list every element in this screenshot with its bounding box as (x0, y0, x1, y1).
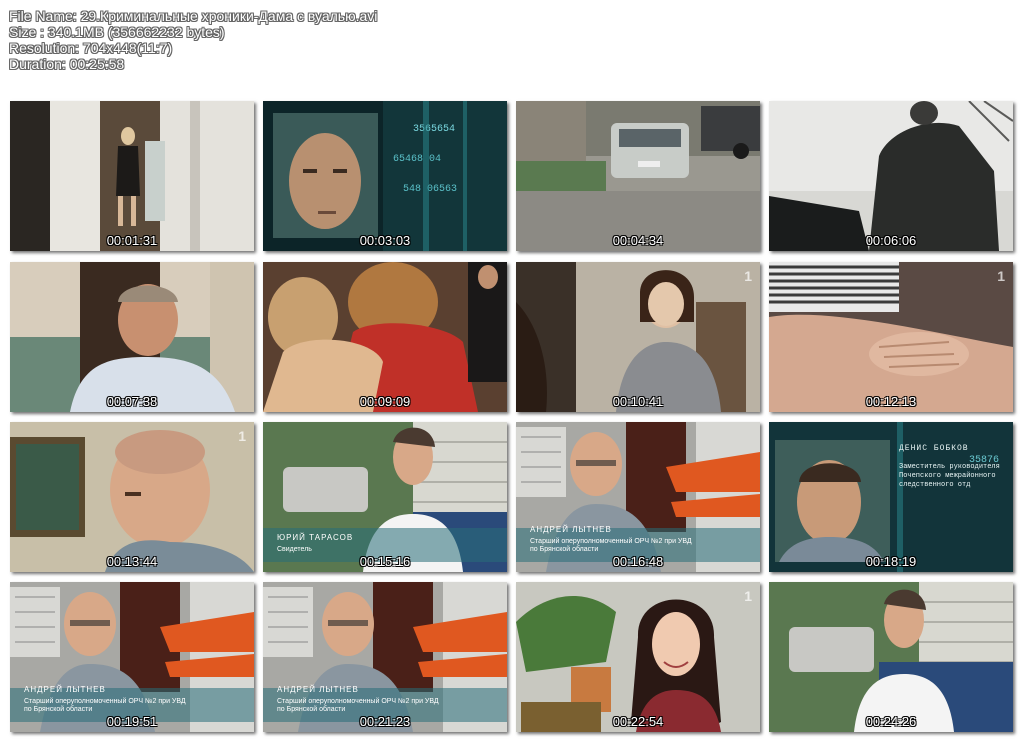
svg-text:3565654: 3565654 (413, 124, 455, 135)
thumbnail-4[interactable]: 00:06:06 (769, 101, 1013, 251)
file-name: File Name: 29.Криминальные хроники-Дама … (9, 8, 378, 24)
channel-logo-icon: 1 (238, 428, 246, 444)
timestamp: 00:21:23 (359, 714, 411, 729)
caption: ЮРИЙ ТАРАСОВ Свидетель (277, 533, 353, 554)
svg-text:548 06563: 548 06563 (403, 184, 457, 195)
caption-name: ЮРИЙ ТАРАСОВ (277, 533, 354, 542)
timestamp: 00:10:41 (612, 394, 664, 409)
scene-witness (769, 582, 1013, 732)
thumbnail-2[interactable]: 3565654 65468 04 548 06563 00:03:03 (263, 101, 507, 251)
caption-position-line-2: по Брянской области (277, 706, 346, 713)
scene-street-car (516, 101, 760, 251)
caption: АНДРЕЙ ЛЫТНЕВ Старший оперуполномоченный… (530, 525, 692, 554)
caption-position-line-2: по Брянской области (24, 706, 93, 713)
thumbnail-14[interactable]: АНДРЕЙ ЛЫТНЕВ Старший оперуполномоченный… (263, 582, 507, 732)
timestamp: 00:09:09 (359, 394, 411, 409)
scene-hands-closeup (769, 262, 1013, 412)
timestamp: 00:19:51 (106, 714, 158, 729)
scene-girl-portrait (516, 262, 760, 412)
thumbnail-8[interactable]: 1 00:12:13 (769, 262, 1013, 412)
timestamp: 00:04:34 (612, 233, 664, 248)
caption-position: Свидетель (277, 546, 312, 553)
thumbnail-12[interactable]: 35876 ДЕНИС БОБКОВ Заместитель руководит… (769, 422, 1013, 572)
thumbnail-7[interactable]: 1 00:10:41 (516, 262, 760, 412)
channel-logo-icon: 1 (744, 588, 752, 604)
caption-position-line-1: Заместитель руководителя (899, 463, 1000, 471)
file-resolution: Resolution: 704x448(11:7) (9, 40, 173, 56)
timestamp: 00:15:16 (359, 554, 411, 569)
scene-man-interview (10, 262, 254, 412)
file-duration: Duration: 00:25:58 (9, 56, 125, 72)
svg-text:65468 04: 65468 04 (393, 154, 441, 165)
timestamp: 00:18:19 (865, 554, 917, 569)
thumbnail-5[interactable]: 00:07:38 (10, 262, 254, 412)
caption-position-line-1: Старший оперуполномоченный ОРЧ №2 при УВ… (277, 698, 439, 705)
caption-name: АНДРЕЙ ЛЫТНЕВ (277, 685, 359, 694)
timestamp: 00:01:31 (106, 233, 158, 248)
caption-name: АНДРЕЙ ЛЫТНЕВ (530, 525, 612, 534)
thumbnail-10[interactable]: ЮРИЙ ТАРАСОВ Свидетель 00:15:16 (263, 422, 507, 572)
caption-position: Старший оперуполномоченный ОРЧ №2 при УВ… (277, 698, 439, 714)
caption-position-line-2: по Брянской области (530, 546, 599, 553)
timestamp: 00:22:54 (612, 714, 664, 729)
channel-logo-icon: 1 (744, 268, 752, 284)
caption-position: Старший оперуполномоченный ОРЧ №2 при УВ… (24, 698, 186, 714)
thumbnail-9[interactable]: 1 00:13:44 (10, 422, 254, 572)
thumbnail-1[interactable]: 00:01:31 (10, 101, 254, 251)
thumbnail-3[interactable]: 00:04:34 (516, 101, 760, 251)
file-info: File Name: 29.Криминальные хроники-Дама … (9, 8, 377, 72)
thumbnail-13[interactable]: АНДРЕЙ ЛЫТНЕВ Старший оперуполномоченный… (10, 582, 254, 732)
caption-position-line-2: Почепского межрайонного (899, 472, 996, 480)
scene-man-back (769, 101, 1013, 251)
caption-position: Старший оперуполномоченный ОРЧ №2 при УВ… (530, 538, 692, 554)
thumbnail-15[interactable]: 1 00:22:54 (516, 582, 760, 732)
caption-position-line-3: следственного отд (899, 481, 971, 489)
caption-name: АНДРЕЙ ЛЫТНЕВ (24, 685, 106, 694)
thumbnail-16[interactable]: 00:24:26 (769, 582, 1013, 732)
caption: ДЕНИС БОБКОВ Заместитель руководителя По… (899, 444, 1009, 490)
caption-name: ДЕНИС БОБКОВ (899, 444, 969, 453)
caption: АНДРЕЙ ЛЫТНЕВ Старший оперуполномоченный… (277, 685, 439, 714)
scene-smiling-woman (516, 582, 760, 732)
channel-logo-icon: 1 (997, 268, 1005, 284)
caption-position-line-1: Старший оперуполномоченный ОРЧ №2 при УВ… (24, 698, 186, 705)
caption-position: Заместитель руководителя Почепского межр… (899, 463, 1009, 490)
scene-crowd-hug (263, 262, 507, 412)
timestamp: 00:24:26 (865, 714, 917, 729)
caption: АНДРЕЙ ЛЫТНЕВ Старший оперуполномоченный… (24, 685, 186, 714)
scene-digital-face: 3565654 65468 04 548 06563 (263, 101, 507, 251)
timestamp: 00:13:44 (106, 554, 158, 569)
timestamp: 00:12:13 (865, 394, 917, 409)
thumbnail-6[interactable]: 00:09:09 (263, 262, 507, 412)
caption-position-line-1: Старший оперуполномоченный ОРЧ №2 при УВ… (530, 538, 692, 545)
file-size: Size : 340.1MB (356662232 bytes) (9, 24, 225, 40)
timestamp: 00:16:48 (612, 554, 664, 569)
scene-hallway-woman (10, 101, 254, 251)
timestamp: 00:07:38 (106, 394, 158, 409)
thumbnail-11[interactable]: АНДРЕЙ ЛЫТНЕВ Старший оперуполномоченный… (516, 422, 760, 572)
timestamp: 00:06:06 (865, 233, 917, 248)
scene-officer (10, 422, 254, 572)
timestamp: 00:03:03 (359, 233, 411, 248)
